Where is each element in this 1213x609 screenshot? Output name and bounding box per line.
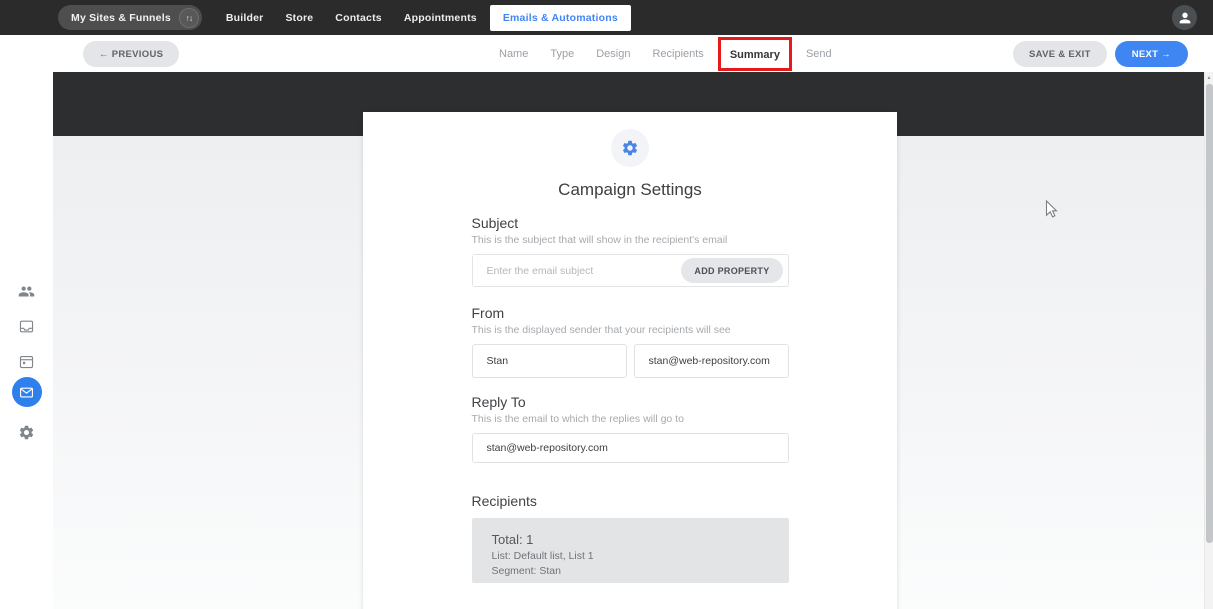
step-recipients[interactable]: Recipients: [641, 48, 714, 60]
left-sidebar: [0, 72, 53, 609]
scrollbar-up-arrow[interactable]: ▲: [1205, 72, 1213, 83]
calendar-icon: [18, 353, 35, 370]
from-heading: From: [471, 305, 505, 321]
inbox-icon: [18, 318, 35, 335]
subject-section: Subject This is the subject that will sh…: [471, 215, 789, 287]
reply-to-description: This is the email to which the replies w…: [471, 413, 684, 425]
save-exit-button[interactable]: SAVE & EXIT: [1012, 41, 1107, 67]
account-avatar[interactable]: [1172, 5, 1197, 30]
recipients-segment: Segment: Stan: [491, 565, 561, 577]
step-design[interactable]: Design: [585, 48, 641, 60]
step-send[interactable]: Send: [795, 48, 843, 60]
step-name[interactable]: Name: [488, 48, 539, 60]
subject-description: This is the subject that will show in th…: [471, 234, 728, 246]
subject-heading: Subject: [471, 215, 519, 231]
step-type[interactable]: Type: [539, 48, 585, 60]
scrollbar-thumb[interactable]: [1206, 84, 1213, 543]
top-nav-items: Builder Store Contacts Appointments Emai…: [215, 0, 631, 35]
reply-to-input[interactable]: [471, 433, 789, 463]
recipients-total: Total: 1: [491, 532, 534, 547]
sidebar-item-inbox[interactable]: [15, 314, 39, 338]
nav-item-contacts[interactable]: Contacts: [324, 12, 393, 24]
recipients-summary-panel: Total: 1 List: Default list, List 1 Segm…: [471, 518, 789, 583]
from-name-input[interactable]: [471, 344, 627, 378]
recipients-list: List: Default list, List 1: [491, 550, 594, 562]
next-button[interactable]: NEXT →: [1114, 41, 1188, 67]
nav-item-appointments[interactable]: Appointments: [393, 12, 488, 24]
page-title: Campaign Settings: [558, 180, 702, 199]
settings-form: Subject This is the subject that will sh…: [471, 215, 789, 609]
contacts-icon: [18, 283, 35, 300]
email-icon: [19, 385, 34, 400]
sidebar-item-email[interactable]: [11, 377, 42, 407]
campaign-settings-card: Campaign Settings Subject This is the su…: [363, 112, 897, 609]
recipients-heading: Recipients: [471, 493, 537, 509]
my-sites-funnels-button[interactable]: My Sites & Funnels ↑↓: [58, 5, 202, 30]
reply-to-section: Reply To This is the email to which the …: [471, 394, 789, 463]
recipients-section: Recipients Total: 1 List: Default list, …: [471, 493, 789, 583]
app-window: My Sites & Funnels ↑↓ Builder Store Cont…: [0, 0, 1213, 609]
my-sites-funnels-label: My Sites & Funnels: [71, 11, 171, 24]
vertical-scrollbar[interactable]: ▲: [1204, 72, 1213, 609]
settings-icon: [18, 424, 35, 441]
toolbar-actions: SAVE & EXIT NEXT →: [1012, 41, 1188, 67]
from-inputs-row: [471, 344, 789, 378]
gear-icon: [621, 139, 639, 157]
nav-item-builder[interactable]: Builder: [215, 12, 275, 24]
top-nav: My Sites & Funnels ↑↓ Builder Store Cont…: [0, 0, 1213, 35]
wizard-toolbar: ← PREVIOUS Name Type Design Recipients S…: [0, 35, 1213, 72]
from-description: This is the displayed sender that your r…: [471, 324, 731, 336]
sidebar-item-contacts[interactable]: [15, 279, 39, 303]
step-summary[interactable]: Summary: [730, 49, 780, 61]
summary-annotation-box: Summary: [717, 36, 792, 71]
reply-to-heading: Reply To: [471, 394, 526, 410]
person-icon: [1177, 10, 1193, 26]
add-property-button[interactable]: ADD PROPERTY: [681, 258, 783, 283]
wizard-steps: Name Type Design Recipients Summary Send: [488, 35, 843, 72]
subject-input[interactable]: [472, 255, 682, 286]
subject-input-box: ADD PROPERTY: [471, 254, 789, 287]
sidebar-item-settings[interactable]: [15, 420, 39, 444]
sidebar-item-calendar[interactable]: [15, 349, 39, 373]
nav-item-emails-automations[interactable]: Emails & Automations: [489, 4, 631, 31]
nav-item-store[interactable]: Store: [274, 12, 324, 24]
from-section: From This is the displayed sender that y…: [471, 305, 789, 378]
previous-button[interactable]: ← PREVIOUS: [83, 41, 180, 67]
from-email-input[interactable]: [633, 344, 789, 378]
campaign-settings-icon-circle: [611, 129, 649, 167]
switch-site-icon[interactable]: ↑↓: [178, 7, 199, 28]
